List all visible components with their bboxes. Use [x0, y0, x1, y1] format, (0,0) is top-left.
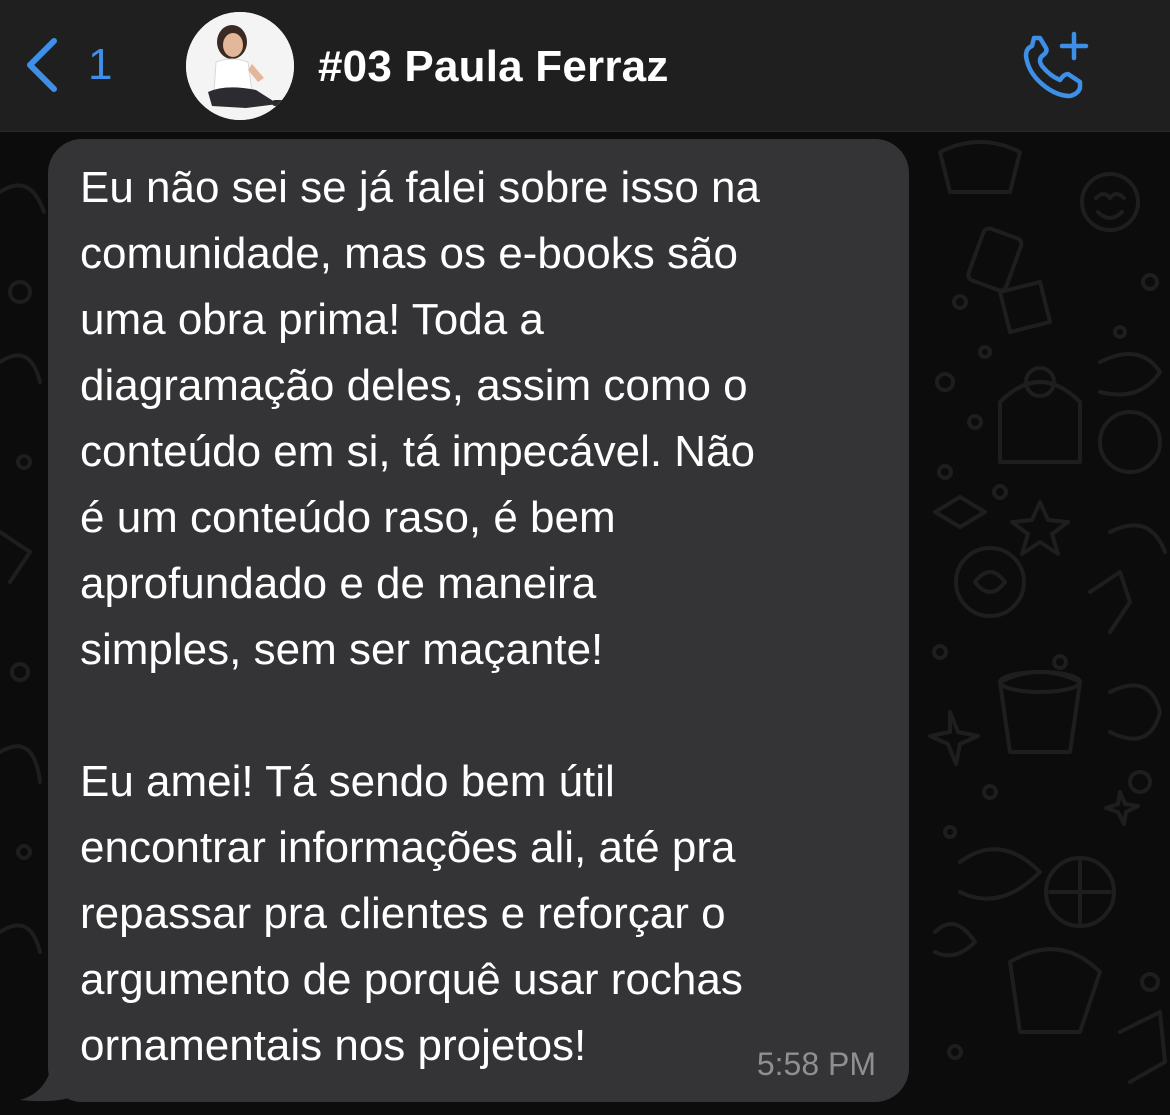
message-line: repassar pra clientes e reforçar o — [80, 889, 726, 938]
phone-add-icon — [1023, 31, 1089, 99]
message-line: Eu amei! Tá sendo bem útil — [80, 757, 615, 806]
message-line: Eu não sei se já falei sobre isso na — [80, 163, 760, 212]
call-button[interactable] — [1018, 30, 1094, 100]
message-text: Eu não sei se já falei sobre isso na com… — [80, 155, 900, 1079]
avatar[interactable] — [186, 12, 294, 120]
message-line: é um conteúdo raso, é bem — [80, 493, 616, 542]
message-line: ornamentais nos projetos! — [80, 1021, 587, 1070]
chevron-left-icon — [27, 38, 57, 92]
message-line: argumento de porquê usar rochas — [80, 955, 743, 1004]
contact-name[interactable]: #03 Paula Ferraz — [318, 38, 669, 96]
chat-header: 1 #03 Paula Ferraz — [0, 0, 1170, 132]
message-line: conteúdo em si, tá impecável. Não — [80, 427, 756, 476]
unread-count: 1 — [88, 40, 113, 89]
message-line: uma obra prima! Toda a — [80, 295, 544, 344]
back-button[interactable]: 1 — [22, 30, 112, 100]
message-line: encontrar informações ali, até pra — [80, 823, 736, 872]
message-timestamp: 5:58 PM — [756, 1046, 876, 1082]
message-line: diagramação deles, assim como o — [80, 361, 748, 410]
message-line: simples, sem ser maçante! — [80, 625, 604, 674]
message-line: aprofundado e de maneira — [80, 559, 597, 608]
message-line: comunidade, mas os e-books são — [80, 229, 738, 278]
